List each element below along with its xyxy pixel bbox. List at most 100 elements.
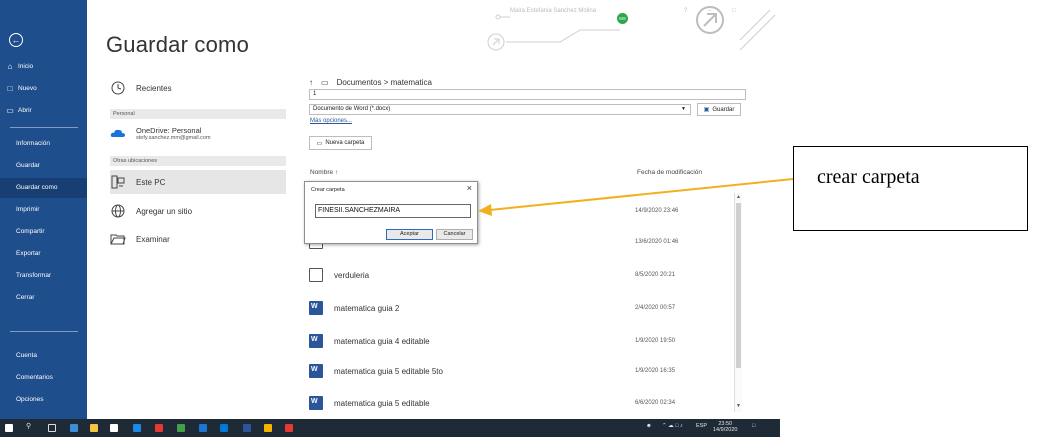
list-item[interactable]: verduleria 8/5/2020 20:21 (309, 263, 734, 287)
tray-icons[interactable]: ⌃ ☁ □ ♪ (662, 423, 683, 429)
sidebar-item-abrir[interactable]: ▭ Abrir (6, 106, 32, 115)
place-agregar-sitio[interactable]: Agregar un sitio (110, 203, 192, 219)
page-title: Guardar como (106, 32, 250, 57)
file-name: verduleria (334, 270, 370, 280)
cancel-button[interactable]: Cancelar (436, 229, 473, 240)
scroll-up-icon[interactable]: ▲ (735, 194, 742, 200)
word-document-icon (309, 301, 323, 315)
place-label: Examinar (136, 234, 170, 244)
column-header-name-label: Nombre (310, 169, 334, 176)
chevron-down-icon: ▼ (681, 106, 686, 112)
save-button-label: Guardar (712, 106, 735, 113)
file-date: 14/9/2020 23:46 (635, 208, 679, 214)
file-date: 1/9/2020 19:50 (635, 338, 676, 344)
sidebar-item-guardar[interactable]: Guardar (0, 156, 87, 176)
place-este-pc[interactable]: Este PC (110, 174, 165, 190)
up-arrow-icon[interactable]: ↑ (309, 78, 313, 87)
sidebar-item-opciones[interactable]: Opciones (0, 390, 87, 410)
avatar[interactable]: MS (617, 13, 628, 24)
place-onedrive[interactable]: OneDrive: Personal stefy.sanchez.mm@gmai… (110, 125, 211, 141)
filetype-value: Documento de Word (*.docx) (313, 106, 391, 112)
scroll-down-icon[interactable]: ▼ (735, 403, 742, 409)
acrobat-icon[interactable] (285, 424, 293, 432)
people-icon[interactable]: ☻ (646, 423, 652, 429)
sidebar-item-guardar-como[interactable]: Guardar como (0, 178, 87, 198)
open-folder-icon: ▭ (6, 106, 14, 115)
app-icon[interactable] (177, 424, 185, 432)
column-header-date[interactable]: Fecha de modificación (637, 169, 702, 176)
word-backstage-screenshot: ← ⌂ Inicio □ Nuevo ▭ Abrir Información G… (0, 0, 780, 437)
language-indicator[interactable]: ESP (696, 423, 707, 429)
word-icon[interactable] (243, 424, 251, 432)
breadcrumb-path[interactable]: Documentos > matematica (337, 78, 432, 87)
home-icon: ⌂ (7, 62, 13, 71)
place-recientes[interactable]: Recientes (110, 80, 172, 96)
place-label: Agregar un sitio (136, 206, 193, 216)
file-date: 13/6/2020 01:46 (635, 239, 679, 245)
filename-input[interactable]: 1 (309, 89, 746, 100)
save-button[interactable]: ▣ Guardar (697, 103, 741, 116)
sidebar-item-exportar[interactable]: Exportar (0, 244, 87, 264)
sidebar-item-label: Inicio (18, 63, 34, 70)
back-arrow-icon[interactable]: ← (9, 33, 23, 47)
close-icon[interactable]: × (467, 183, 472, 193)
sidebar-divider (10, 331, 78, 332)
sidebar-item-imprimir[interactable]: Imprimir (0, 200, 87, 220)
file-name: matematica guia 5 editable (334, 398, 430, 408)
sort-up-arrow-icon: ↑ (334, 169, 339, 176)
task-view-icon[interactable] (48, 424, 56, 432)
titlebar-user-name[interactable]: Maira Estefania Sanchez Molina (510, 8, 596, 14)
sidebar-item-cuenta[interactable]: Cuenta (0, 346, 87, 366)
clock[interactable]: 23:50 14/9/2020 (713, 421, 737, 433)
restore-icon[interactable]: □ (732, 8, 736, 14)
app-icon[interactable] (90, 424, 98, 432)
onedrive-email: stefy.sanchez.mm@gmail.com (136, 134, 211, 141)
sidebar-item-cerrar[interactable]: Cerrar (0, 288, 87, 308)
file-date: 2/4/2020 00:57 (635, 305, 676, 311)
clock-date: 14/9/2020 (713, 427, 738, 433)
windows-taskbar: ⚲ ☻ ⌃ ☁ □ ♪ ESP 23:50 14/9/2020 □ (0, 419, 780, 437)
app-icon[interactable] (199, 424, 207, 432)
file-list-scrollbar[interactable]: ▲ ▼ (734, 193, 742, 412)
sidebar-item-informacion[interactable]: Información (0, 134, 87, 154)
store-icon[interactable] (110, 424, 118, 432)
folder-name-input[interactable]: FINESII.SANCHEZMAIRA (315, 204, 471, 218)
onedrive-name: OneDrive: Personal (136, 125, 202, 135)
new-folder-label: Nueva carpeta (325, 140, 365, 146)
file-date: 1/9/2020 16:35 (635, 368, 676, 374)
start-icon[interactable] (5, 424, 13, 432)
new-document-icon: □ (7, 84, 13, 93)
list-item[interactable]: matematica guia 2 2/4/2020 00:57 (309, 296, 734, 320)
file-name: matematica guia 5 editable 5to (334, 366, 443, 376)
mail-icon[interactable] (220, 424, 228, 432)
sidebar-item-compartir[interactable]: Compartir (0, 222, 87, 242)
sidebar-item-inicio[interactable]: ⌂ Inicio (6, 62, 34, 71)
sidebar-item-nuevo[interactable]: □ Nuevo (6, 84, 37, 93)
new-folder-button[interactable]: ▭ Nueva carpeta (309, 136, 372, 150)
list-item[interactable]: matematica guia 5 editable 5to 1/9/2020 … (309, 359, 734, 383)
callout-text: crear carpeta (817, 166, 920, 188)
minimize-icon[interactable]: – (708, 8, 711, 14)
search-icon[interactable]: ⚲ (26, 422, 31, 430)
scrollbar-thumb[interactable] (736, 203, 741, 368)
filetype-select[interactable]: Documento de Word (*.docx) ▼ (309, 104, 691, 115)
globe-add-icon (110, 203, 126, 219)
app-icon[interactable] (70, 424, 78, 432)
dropbox-icon[interactable] (133, 424, 141, 432)
section-otras-ubicaciones: Otras ubicaciones (110, 156, 286, 166)
chrome-icon[interactable] (264, 424, 272, 432)
clock-icon (110, 80, 126, 96)
help-button[interactable]: ? (684, 8, 687, 14)
file-date: 6/6/2020 02:34 (635, 400, 676, 406)
list-item[interactable]: matematica guia 4 editable 1/9/2020 19:5… (309, 329, 734, 353)
more-options-link[interactable]: Más opciones... (310, 118, 352, 124)
column-header-name[interactable]: Nombre ↑ (310, 169, 338, 176)
place-examinar[interactable]: Examinar (110, 231, 170, 247)
sidebar-item-label: Abrir (18, 107, 32, 114)
app-icon[interactable] (155, 424, 163, 432)
notifications-icon[interactable]: □ (752, 423, 755, 429)
sidebar-item-transformar[interactable]: Transformar (0, 266, 87, 286)
list-item[interactable]: matematica guia 5 editable 6/6/2020 02:3… (309, 391, 734, 415)
sidebar-item-comentarios[interactable]: Comentarios (0, 368, 87, 388)
accept-button[interactable]: Aceptar (386, 229, 433, 240)
